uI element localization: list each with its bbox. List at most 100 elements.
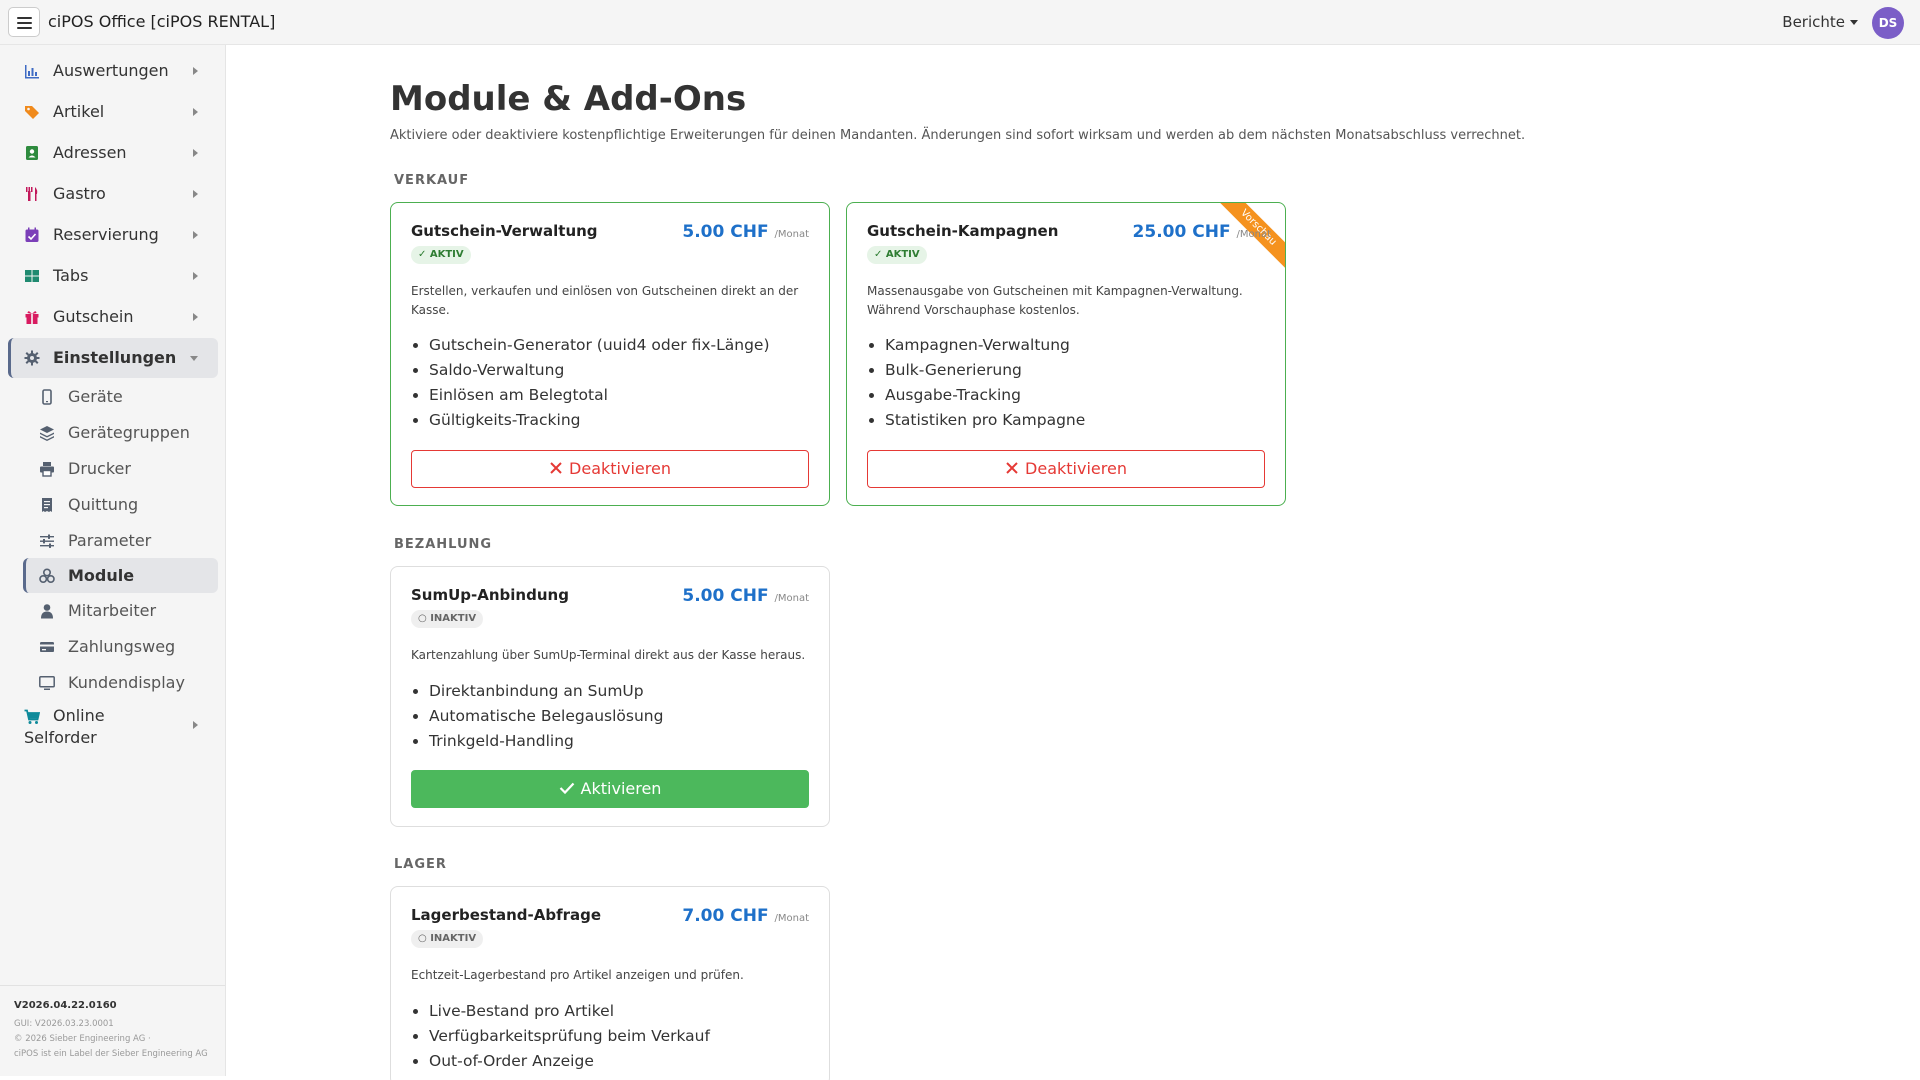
sidebar-subitem-drucker[interactable]: Drucker — [23, 451, 218, 486]
reports-dropdown[interactable]: Berichte — [1782, 13, 1858, 31]
module-title: Lagerbestand-Abfrage — [411, 906, 602, 924]
hamburger-icon — [17, 17, 32, 19]
sidebar-subitem-parameter[interactable]: Parameter — [23, 523, 218, 558]
activate-button[interactable]: Aktivieren — [411, 770, 809, 808]
module-title: Gutschein-Verwaltung — [411, 222, 598, 240]
feature-list: Gutschein-Generator (uuid4 oder fix-Läng… — [429, 333, 819, 433]
module-price: 7.00 CHF /Monat — [682, 906, 809, 926]
feature-item: Saldo-Verwaltung — [429, 358, 819, 383]
price-value: 7.00 CHF — [682, 906, 769, 926]
receipt-icon — [42, 498, 52, 512]
sidebar-item-artikel[interactable]: Artikel — [8, 92, 218, 132]
user-icon — [41, 604, 53, 619]
feature-item: Statistiken pro Kampagne — [885, 408, 1275, 433]
check-icon — [559, 782, 574, 794]
sidebar-subitem-label: Geräte — [68, 387, 123, 406]
sliders-icon — [40, 534, 54, 548]
feature-item: Gutschein-Generator (uuid4 oder fix-Läng… — [429, 333, 819, 358]
feature-list: Kampagnen-Verwaltung Bulk-Generierung Au… — [885, 333, 1275, 433]
sidebar-item-label: Gutschein — [53, 307, 134, 326]
sidebar-subitem-geraetegruppen[interactable]: Gerätegruppen — [23, 415, 218, 450]
feature-list: Live-Bestand pro Artikel Verfügbarkeitsp… — [429, 999, 819, 1074]
price-period: /Monat — [1236, 229, 1271, 240]
chart-icon — [25, 65, 39, 79]
sidebar-item-online-selforder[interactable]: Online Selforder — [8, 700, 218, 750]
price-value: 5.00 CHF — [682, 222, 769, 242]
section-verkauf-heading: VERKAUF — [394, 173, 470, 188]
sidebar-subitem-zahlungsweg[interactable]: Zahlungsweg — [23, 629, 218, 664]
module-description: Erstellen, verkaufen und einlösen von Gu… — [411, 284, 799, 317]
sidebar-subitem-geraete[interactable]: Geräte — [23, 379, 218, 414]
printer-icon — [40, 462, 54, 477]
module-description: Echtzeit-Lagerbestand pro Artikel anzeig… — [411, 968, 744, 982]
feature-item: Bulk-Generierung — [885, 358, 1275, 383]
sidebar: Auswertungen Artikel Adressen Gastro Res… — [0, 45, 226, 1076]
sidebar-subitem-label: Parameter — [68, 531, 152, 550]
module-description: Kartenzahlung über SumUp-Terminal direkt… — [411, 648, 806, 662]
button-label: Aktivieren — [580, 779, 662, 798]
deactivate-button[interactable]: Deaktivieren — [411, 450, 809, 488]
module-card-sumup-anbindung: SumUp-Anbindung 5.00 CHF /Monat ○ INAKTI… — [390, 566, 830, 827]
calendar-check-icon — [25, 227, 39, 242]
feature-item: Kampagnen-Verwaltung — [885, 333, 1275, 358]
utensils-icon — [26, 187, 38, 201]
table-grid-icon — [25, 270, 39, 282]
sidebar-item-label: Adressen — [53, 143, 127, 162]
caret-right-icon — [193, 67, 198, 75]
user-avatar[interactable]: DS — [1872, 7, 1904, 39]
sidebar-footer: V2026.04.22.0160 GUI: V2026.03.23.0001 ©… — [0, 985, 225, 1062]
sidebar-item-adressen[interactable]: Adressen — [8, 133, 218, 173]
sidebar-item-label: Einstellungen — [53, 348, 177, 367]
top-bar: ciPOS Office [ciPOS RENTAL] Berichte DS — [0, 0, 1920, 45]
sidebar-item-label: Reservierung — [53, 225, 159, 244]
gear-icon — [24, 350, 40, 366]
feature-item: Einlösen am Belegtotal — [429, 383, 819, 408]
status-badge: ✓ AKTIV — [411, 246, 471, 264]
sidebar-subitem-label: Mitarbeiter — [68, 601, 157, 620]
sidebar-item-label: Online — [53, 706, 105, 725]
sidebar-item-auswertungen[interactable]: Auswertungen — [8, 51, 218, 91]
module-price: 25.00 CHF /Monat — [1133, 222, 1271, 242]
caret-right-icon — [193, 149, 198, 157]
caret-right-icon — [193, 313, 198, 321]
cubes-icon — [39, 568, 55, 584]
section-bezahlung-heading: BEZAHLUNG — [394, 537, 493, 552]
close-icon — [1006, 461, 1018, 474]
caret-right-icon — [193, 190, 198, 198]
feature-item: Automatische Belegauslösung — [429, 704, 819, 729]
app-title: ciPOS Office [ciPOS RENTAL] — [48, 12, 276, 31]
feature-list: Direktanbindung an SumUp Automatische Be… — [429, 679, 819, 754]
module-card-lagerbestand-abfrage: Lagerbestand-Abfrage 7.00 CHF /Monat ○ I… — [390, 886, 830, 1080]
sidebar-item-label: Artikel — [53, 102, 105, 121]
caret-right-icon — [193, 231, 198, 239]
sidebar-subitem-module[interactable]: Module — [23, 558, 218, 593]
module-description: Massenausgabe von Gutscheinen mit Kampag… — [867, 284, 1243, 317]
module-card-gutschein-kampagnen: Vorschau Gutschein-Kampagnen 25.00 CHF /… — [846, 202, 1286, 506]
sidebar-item-reservierung[interactable]: Reservierung — [8, 215, 218, 255]
monitor-icon — [39, 676, 55, 690]
status-badge: ○ INAKTIV — [411, 610, 484, 628]
sidebar-item-tabs[interactable]: Tabs — [8, 256, 218, 296]
module-title: Gutschein-Kampagnen — [867, 222, 1059, 240]
module-price: 5.00 CHF /Monat — [682, 586, 809, 606]
gui-version-label: GUI: V2026.03.23.0001 — [14, 1019, 114, 1029]
page-title: Module & Add-Ons — [390, 79, 747, 119]
page-subtitle: Aktiviere oder deaktiviere kostenpflicht… — [390, 128, 1526, 143]
menu-toggle-button[interactable] — [8, 7, 40, 37]
caret-right-icon — [193, 108, 198, 116]
section-lager-heading: LAGER — [394, 857, 447, 872]
price-period: /Monat — [774, 913, 809, 924]
caret-down-icon — [1850, 20, 1858, 25]
module-price: 5.00 CHF /Monat — [682, 222, 809, 242]
deactivate-button[interactable]: Deaktivieren — [867, 450, 1265, 488]
sidebar-subitem-kundendisplay[interactable]: Kundendisplay — [23, 665, 218, 700]
sidebar-subitem-quittung[interactable]: Quittung — [23, 487, 218, 522]
cart-icon — [24, 709, 40, 724]
sidebar-subitem-mitarbeiter[interactable]: Mitarbeiter — [23, 593, 218, 628]
sidebar-item-gastro[interactable]: Gastro — [8, 174, 218, 214]
sidebar-item-einstellungen[interactable]: Einstellungen — [8, 338, 218, 378]
feature-item: Trinkgeld-Handling — [429, 729, 819, 754]
feature-item: Verfügbarkeitsprüfung beim Verkauf — [429, 1024, 819, 1049]
caret-right-icon — [193, 721, 198, 729]
sidebar-item-gutschein[interactable]: Gutschein — [8, 297, 218, 337]
